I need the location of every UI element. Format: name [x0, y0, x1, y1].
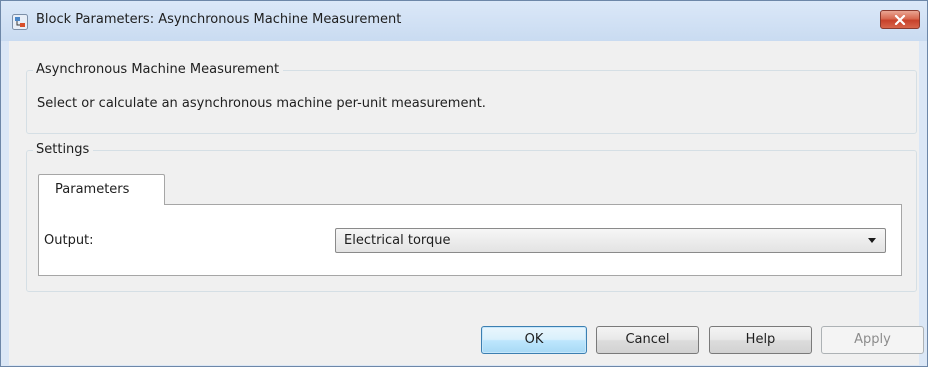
chevron-down-icon: [868, 238, 876, 243]
block-description: Select or calculate an asynchronous mach…: [37, 96, 486, 111]
window-title: Block Parameters: Asynchronous Machine M…: [36, 12, 402, 27]
output-label: Output:: [44, 233, 94, 248]
output-dropdown[interactable]: Electrical torque: [335, 228, 886, 253]
block-parameters-dialog: Block Parameters: Asynchronous Machine M…: [0, 0, 928, 367]
block-name-label: Asynchronous Machine Measurement: [33, 62, 284, 77]
cancel-button[interactable]: Cancel: [596, 326, 699, 354]
close-icon: [894, 14, 906, 25]
apply-button[interactable]: Apply: [821, 326, 924, 354]
settings-label: Settings: [33, 142, 94, 157]
help-button[interactable]: Help: [709, 326, 812, 354]
title-bar[interactable]: Block Parameters: Asynchronous Machine M…: [1, 1, 927, 41]
tab-parameters-label: Parameters: [55, 182, 130, 197]
tab-parameters[interactable]: Parameters: [38, 174, 165, 205]
output-dropdown-value: Electrical torque: [344, 233, 451, 248]
ok-button[interactable]: OK: [481, 326, 587, 354]
close-button[interactable]: [880, 10, 920, 29]
simulink-block-icon: [12, 14, 28, 30]
